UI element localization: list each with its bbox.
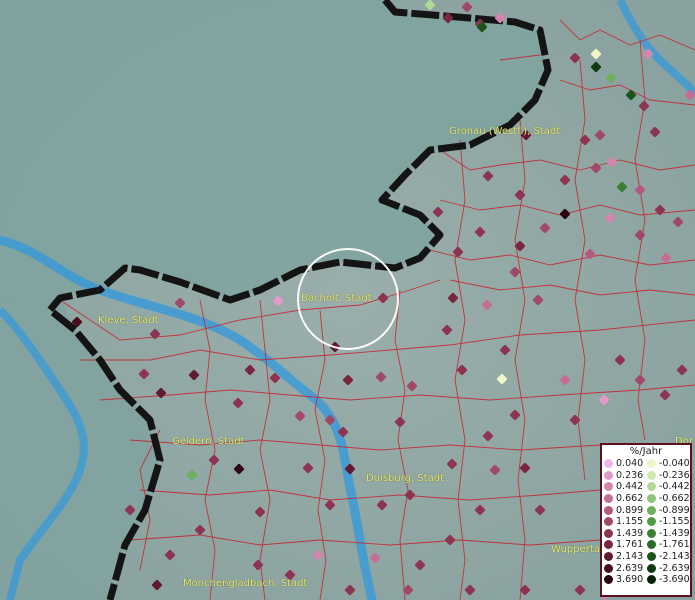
legend-swatch [604,528,613,538]
legend-swatch [647,517,656,527]
legend-entry: -1.439 [647,528,690,540]
legend: %/Jahr 0.040 0.236 0.442 0.662 0.899 1.155 1.4… [600,443,692,597]
legend-swatch [647,552,656,562]
city-label: Duisburg, Stadt [366,473,445,484]
legend-swatch [604,517,613,527]
legend-entry: -0.442 [647,481,690,493]
legend-swatch [604,575,613,585]
legend-label: 2.143 [616,551,644,563]
legend-swatch [604,552,613,562]
legend-swatch [604,470,613,480]
legend-entry: 1.761 [604,539,647,551]
legend-entry: -1.155 [647,516,690,528]
legend-entry: 0.040 [604,458,647,470]
city-label: Bocholt, Stadt [301,293,372,304]
legend-label: 0.899 [616,504,644,516]
legend-entry: -0.662 [647,493,690,505]
legend-swatch [647,494,656,504]
legend-label: 2.639 [616,562,644,574]
map-view[interactable]: Gronau (Westf.), Stadt Bocholt, Stadt Klev… [0,0,695,600]
legend-label: -1.155 [659,516,690,528]
legend-entry: 0.236 [604,470,647,482]
legend-entry: 3.690 [604,574,647,586]
city-label: Geldern, Stadt [172,436,245,447]
legend-swatch [604,459,613,469]
legend-swatch [604,494,613,504]
legend-label: 1.155 [616,516,644,528]
legend-label: -2.143 [659,551,690,563]
city-label: Mönchengladbach, Stadt [183,578,308,589]
legend-label: -0.236 [659,469,690,481]
legend-entry: 1.439 [604,528,647,540]
legend-label: -1.439 [659,527,690,539]
city-label: Wupperta [551,544,600,555]
legend-label: -2.639 [659,562,690,574]
legend-negative-column: -0.040 -0.236 -0.442 -0.662 -0.899 -1.155 -1.4… [647,458,690,586]
legend-entry: 0.662 [604,493,647,505]
legend-swatch [647,528,656,538]
legend-swatch [604,482,613,492]
legend-entry: 0.442 [604,481,647,493]
legend-swatch [604,505,613,515]
legend-entry: 2.143 [604,551,647,563]
city-label: Gronau (Westf.), Stadt [449,126,561,137]
legend-entry: -0.899 [647,504,690,516]
legend-entry: 0.899 [604,504,647,516]
legend-entry: -3.690 [647,574,690,586]
legend-label: -0.040 [659,458,690,470]
legend-entry: -2.639 [647,562,690,574]
city-label: Kleve, Stadt [98,315,159,326]
legend-entry: -1.761 [647,539,690,551]
legend-label: -0.662 [659,493,690,505]
legend-swatch [647,505,656,515]
legend-swatch [647,470,656,480]
legend-title: %/Jahr [629,446,663,457]
legend-entry: 2.639 [604,562,647,574]
legend-swatch [647,459,656,469]
legend-label: 1.761 [616,539,644,551]
legend-swatch [647,563,656,573]
legend-swatch [604,563,613,573]
legend-swatch [647,575,656,585]
legend-entry: -0.236 [647,470,690,482]
legend-entry: -2.143 [647,551,690,563]
legend-label: -0.442 [659,481,690,493]
legend-label: 0.662 [616,493,644,505]
legend-entry: 1.155 [604,516,647,528]
legend-label: -0.899 [659,504,690,516]
legend-label: -1.761 [659,539,690,551]
legend-swatch [604,540,613,550]
legend-entry: -0.040 [647,458,690,470]
legend-label: 0.040 [616,458,644,470]
legend-label: -3.690 [659,574,690,586]
legend-label: 0.236 [616,469,644,481]
legend-positive-column: 0.040 0.236 0.442 0.662 0.899 1.155 1.439 1.761… [604,458,647,586]
legend-label: 3.690 [616,574,644,586]
legend-swatch [647,540,656,550]
legend-swatch [647,482,656,492]
legend-label: 1.439 [616,527,644,539]
legend-label: 0.442 [616,481,644,493]
